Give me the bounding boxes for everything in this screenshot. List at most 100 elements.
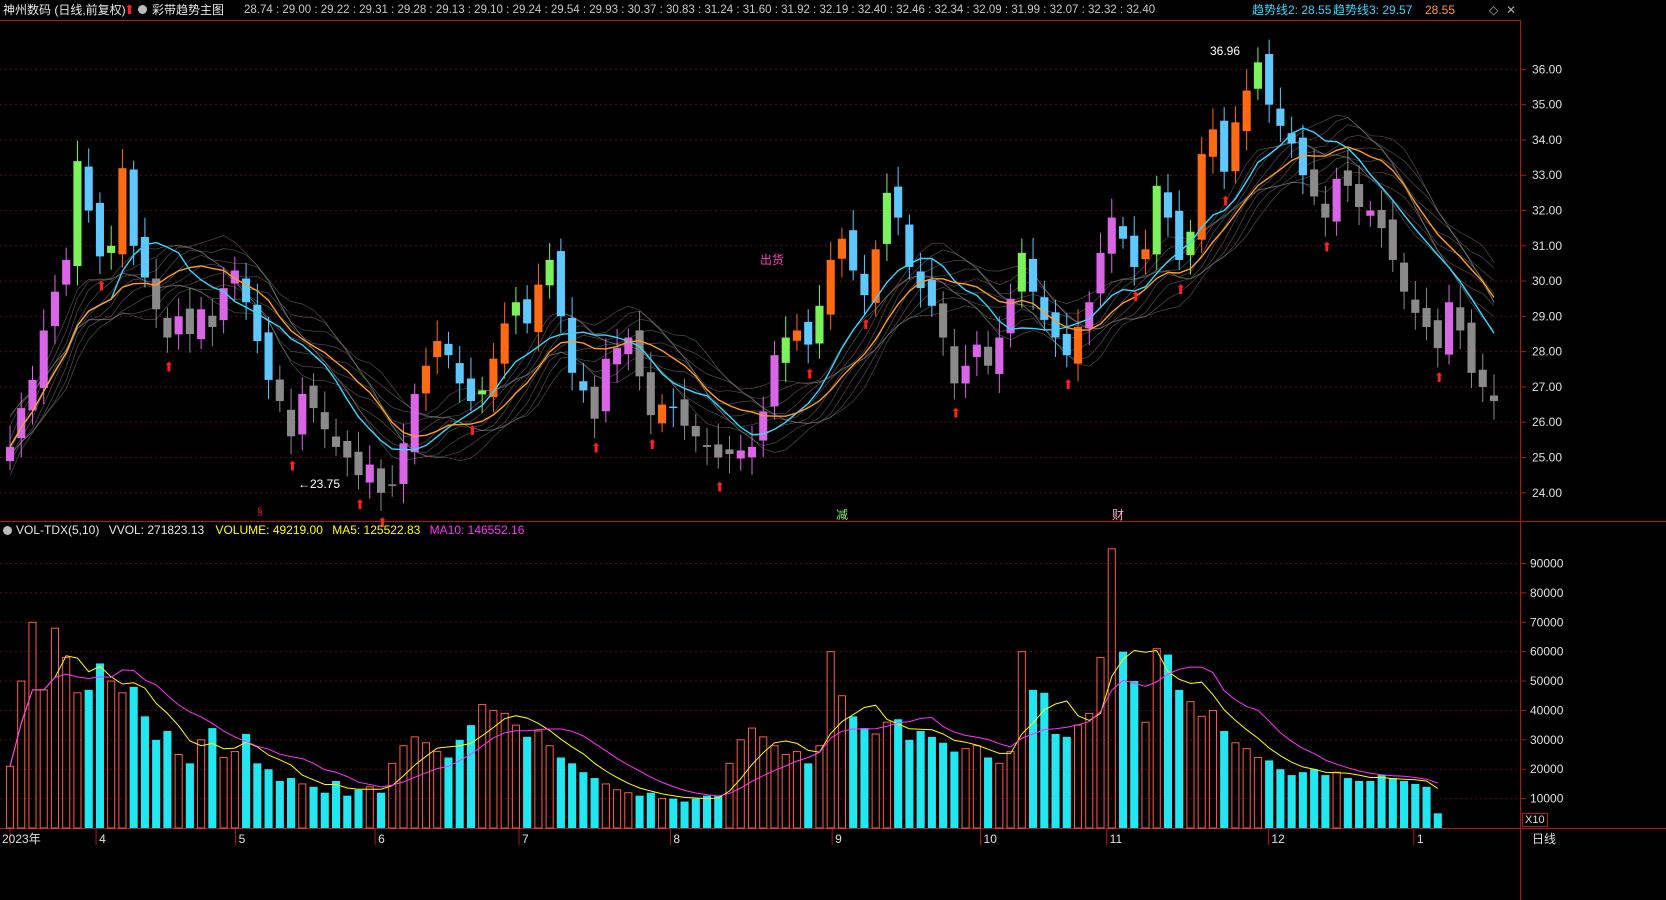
candle-body [568, 317, 577, 373]
volume-bar-up [601, 783, 610, 829]
volume-tick-label: 80000 [1530, 586, 1564, 600]
volume-bar-up [871, 733, 880, 829]
volume-bar-down [680, 801, 689, 828]
candle-body [95, 202, 104, 257]
candle-body [1242, 90, 1251, 132]
candle-body [804, 321, 813, 345]
candle-body [1253, 62, 1262, 89]
candle-body [961, 365, 970, 384]
price-tick-label: 29.00 [1532, 309, 1562, 323]
volume-bar-down [185, 763, 194, 828]
candle-body [590, 386, 599, 419]
volume-bar-down [1422, 786, 1431, 828]
volume-bar-down [579, 772, 588, 828]
ribbon-line [9, 134, 1495, 440]
candle-body [556, 251, 565, 317]
event-marker-reduce[interactable]: 减 [836, 506, 848, 523]
candle-body [242, 278, 251, 303]
candle-body [163, 317, 172, 338]
candle-body [1051, 312, 1060, 338]
candle-body [736, 450, 745, 459]
candle-body [635, 330, 644, 377]
price-tick-label: 24.00 [1532, 486, 1562, 500]
buy-arrow-icon: ⬆ [1175, 282, 1186, 297]
volume-bar-up [62, 657, 71, 829]
volume-bar-down [691, 798, 700, 828]
volume-bar-up [5, 765, 15, 829]
volume-bar-down [1411, 783, 1420, 828]
ribbon-line [9, 117, 1495, 418]
volume-bar-up [613, 789, 622, 829]
candle-body [613, 348, 622, 365]
volume-bar-down [669, 798, 678, 828]
candle-body [444, 343, 453, 356]
event-marker-finance[interactable]: 财 [1112, 506, 1124, 523]
volume-tick-label: 60000 [1530, 645, 1564, 659]
volume-bar-down [320, 792, 329, 828]
price-tick-label: 26.00 [1532, 415, 1562, 429]
volume-bar-down [95, 663, 104, 828]
volume-bar-down [1355, 780, 1364, 828]
candle-body [1152, 185, 1161, 255]
volume-bar-up [545, 745, 554, 829]
candle-body [39, 330, 48, 389]
period-label[interactable]: 日线 [1532, 830, 1556, 847]
candle-body [1220, 120, 1229, 172]
volume-bar-up [534, 730, 543, 829]
candle-body [658, 404, 667, 424]
volume-value: VOLUME: 49219.00 [215, 523, 323, 537]
volume-bar-down [939, 742, 948, 828]
buy-arrow-icon: ⬆ [714, 479, 725, 494]
volume-bar-down [152, 739, 161, 828]
event-marker-small[interactable]: § [257, 507, 263, 518]
stock-chart-window: 神州数码 (日线,前复权) ⬆ 彩带趋势主图 28.74 : 29.00 : 2… [0, 0, 1666, 900]
volume-tick-label: 70000 [1530, 615, 1564, 629]
candle-body [1444, 302, 1454, 355]
time-tick-label: 2023年 [2, 832, 41, 846]
volume-bar-up [197, 739, 206, 829]
volume-bar-down [916, 731, 925, 828]
volume-bar-down [466, 725, 475, 828]
candle-body [972, 344, 981, 357]
candle-body [1310, 169, 1319, 197]
volume-settings-icon[interactable] [3, 526, 12, 535]
volume-bar-up [961, 748, 970, 829]
candle-body [905, 224, 914, 267]
price-tick-label: 35.00 [1532, 98, 1562, 112]
candle-body [365, 464, 374, 483]
volume-unit: X10 [1522, 813, 1548, 827]
volume-bar-up [972, 745, 981, 829]
volume-bar-up [174, 754, 183, 829]
ribbon-line [9, 161, 1495, 463]
volume-bar-up [1186, 701, 1195, 829]
volume-bar-down [129, 686, 138, 828]
candle-body [174, 316, 183, 335]
candle-body [354, 451, 363, 476]
volume-bar-down [568, 763, 577, 828]
volume-bar-down [264, 769, 273, 828]
candle-body [1118, 226, 1128, 239]
volume-bar-up [1197, 715, 1206, 829]
buy-arrow-icon: ⬆ [860, 317, 871, 332]
volume-bar-up [219, 756, 228, 829]
volume-bar-up [995, 762, 1004, 829]
volume-bar-down [984, 757, 993, 828]
volume-bar-down [905, 739, 914, 828]
candle-body [916, 271, 925, 289]
volume-bar-down [163, 731, 172, 828]
buy-arrow-icon: ⬆ [950, 405, 961, 420]
candle-body [1355, 184, 1364, 207]
low-price-label: ←23.75 [298, 477, 341, 491]
buy-arrow-icon: ⬆ [1130, 289, 1141, 304]
candle-body [984, 346, 993, 366]
volume-bar-up [421, 742, 431, 829]
candle-body [84, 166, 93, 211]
candle-body [747, 446, 757, 458]
volume-bars [5, 548, 1442, 829]
buy-arrow-icon: ⬆ [804, 367, 815, 382]
candle-body [511, 302, 520, 316]
chart-canvas[interactable]: 36.00 35.00 34.00 33.00 32.00 31.00 30.00 29.00… [0, 0, 1666, 900]
candle-body [1478, 369, 1487, 387]
volume-indicator-name[interactable]: VOL-TDX(5,10) [16, 523, 99, 537]
ma10-value: MA10: 146552.16 [429, 523, 525, 537]
